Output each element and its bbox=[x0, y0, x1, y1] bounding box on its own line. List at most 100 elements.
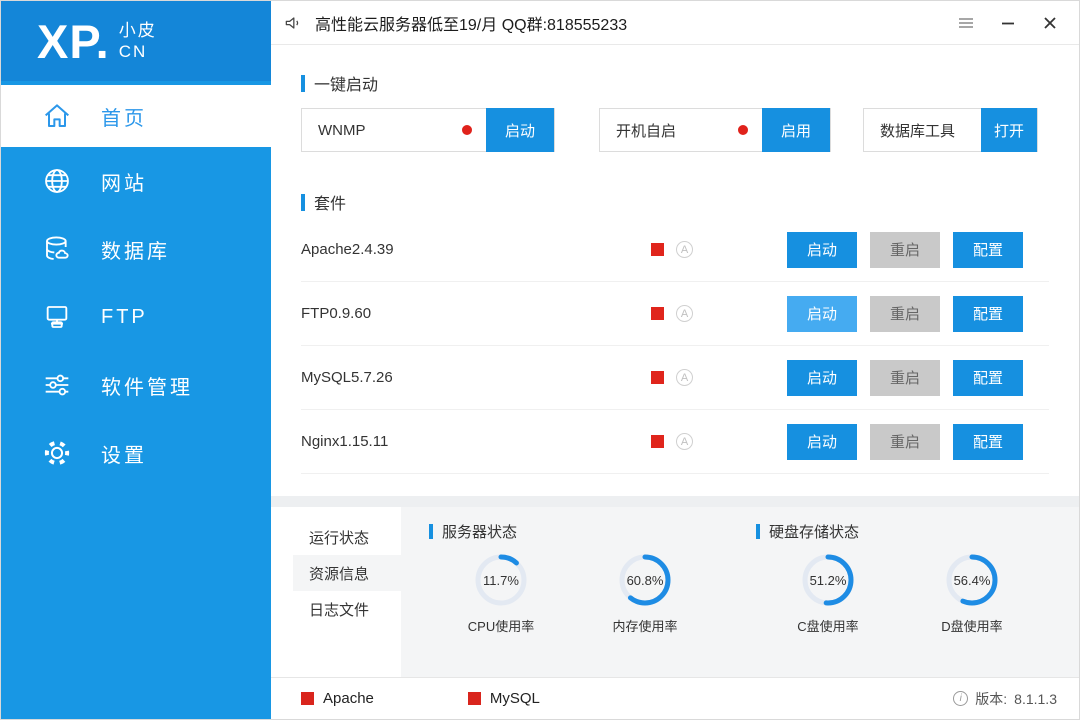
version-info: i 版本: 8.1.1.3 bbox=[953, 689, 1057, 709]
quick-box-autostart: 开机自启 启用 bbox=[599, 108, 831, 152]
sidebar-item-home[interactable]: 首页 bbox=[1, 85, 271, 147]
autostart-badge-icon: A bbox=[676, 241, 693, 258]
close-icon[interactable] bbox=[1041, 14, 1059, 32]
sidebar-item-software[interactable]: 软件管理 bbox=[1, 351, 271, 419]
config-button[interactable]: 配置 bbox=[953, 423, 1023, 460]
suite-name: Nginx1.15.11 bbox=[301, 433, 389, 450]
sidebar-item-label: 数据库 bbox=[101, 240, 170, 263]
autostart-badge-icon: A bbox=[676, 305, 693, 322]
footer-bar: Apache MySQL i 版本: 8.1.1.3 bbox=[271, 677, 1079, 719]
accent-bar bbox=[756, 524, 760, 539]
content: 一键启动 WNMP 启动 开机自启 启用 数据库工具 打开 套件 Apache2… bbox=[271, 45, 1079, 496]
config-button[interactable]: 配置 bbox=[953, 295, 1023, 332]
suite-name: MySQL5.7.26 bbox=[301, 369, 393, 386]
main-area: 高性能云服务器低至19/月 QQ群:818555233 一键启动 WNMP 启动… bbox=[271, 1, 1079, 719]
sidebar-item-ftp[interactable]: FTP bbox=[1, 283, 271, 351]
quick-box-wnmp: WNMP 启动 bbox=[301, 108, 555, 152]
quick-box-label: WNMP bbox=[318, 121, 366, 139]
status-square bbox=[467, 692, 481, 705]
server-gauges: 11.7% CPU使用率 60.8% 内存使用率 bbox=[429, 552, 717, 635]
quick-start-title: 一键启动 bbox=[314, 77, 379, 94]
tab-run-status[interactable]: 运行状态 bbox=[293, 519, 401, 555]
start-button[interactable]: 启动 bbox=[787, 359, 857, 396]
version-label: 版本: bbox=[975, 690, 1008, 707]
menu-icon[interactable] bbox=[957, 14, 975, 32]
sidebar-item-label: 软件管理 bbox=[101, 376, 193, 399]
start-button[interactable]: 启动 bbox=[486, 108, 554, 152]
gauge-cpu: 11.7% CPU使用率 bbox=[429, 552, 573, 635]
tab-resource-info[interactable]: 资源信息 bbox=[293, 555, 401, 591]
quick-start-header: 一键启动 bbox=[301, 71, 1049, 95]
speaker-icon bbox=[285, 16, 299, 29]
disk-status-title: 硬盘存储状态 bbox=[769, 524, 860, 541]
config-button[interactable]: 配置 bbox=[953, 231, 1023, 268]
sidebar-item-settings[interactable]: 设置 bbox=[1, 419, 271, 487]
legend-apache: Apache bbox=[301, 690, 374, 707]
suite-header: 套件 bbox=[301, 190, 1049, 214]
sidebar: XP. 小皮 CN 首页 网站 数据库 FTP 软件管理 设置 bbox=[1, 1, 271, 719]
gauge-disk-d: 56.4% D盘使用率 bbox=[900, 552, 1044, 635]
start-button[interactable]: 启动 bbox=[787, 423, 857, 460]
sidebar-item-website[interactable]: 网站 bbox=[1, 147, 271, 215]
accent-bar bbox=[301, 193, 305, 211]
sidebar-item-label: 设置 bbox=[101, 444, 147, 467]
tab-log-files[interactable]: 日志文件 bbox=[293, 591, 401, 627]
suite-title: 套件 bbox=[314, 196, 347, 213]
status-square bbox=[651, 371, 664, 384]
status-square bbox=[301, 692, 314, 705]
suite-row-nginx: Nginx1.15.11 A 启动 重启 配置 bbox=[301, 410, 1049, 474]
open-button[interactable]: 打开 bbox=[981, 108, 1037, 152]
gauge-label: C盘使用率 bbox=[797, 619, 859, 634]
logo-brand: XP. bbox=[37, 14, 110, 68]
logo-sub: 小皮 CN bbox=[118, 20, 157, 61]
quick-box-dbtool: 数据库工具 打开 bbox=[863, 108, 1038, 152]
quick-box-label: 数据库工具 bbox=[880, 122, 956, 140]
version-value: 8.1.1.3 bbox=[1014, 690, 1057, 707]
suite-buttons: 启动 重启 配置 bbox=[787, 359, 1023, 396]
server-status-title: 服务器状态 bbox=[442, 524, 518, 541]
gear-icon bbox=[41, 437, 73, 469]
globe-icon bbox=[41, 165, 73, 197]
database-icon bbox=[41, 233, 73, 265]
topbar: 高性能云服务器低至19/月 QQ群:818555233 bbox=[271, 1, 1079, 45]
server-status-header: 服务器状态 bbox=[429, 521, 717, 542]
suite-buttons: 启动 重启 配置 bbox=[787, 423, 1023, 460]
disk-status-group: 硬盘存储状态 51.2% C盘使用率 56.4% D盘使用率 bbox=[756, 521, 1044, 677]
start-button[interactable]: 启动 bbox=[787, 295, 857, 332]
minimize-icon[interactable] bbox=[999, 14, 1017, 32]
announcement-text: 高性能云服务器低至19/月 QQ群:818555233 bbox=[315, 16, 628, 34]
autostart-badge-icon: A bbox=[676, 369, 693, 386]
sidebar-item-database[interactable]: 数据库 bbox=[1, 215, 271, 283]
resource-info-content: 服务器状态 11.7% CPU使用率 60.8% 内存使用率 硬盘存储状态 51… bbox=[401, 507, 1079, 677]
logo: XP. 小皮 CN bbox=[1, 1, 271, 81]
disk-status-header: 硬盘存储状态 bbox=[756, 521, 1044, 542]
quick-box-label: 开机自启 bbox=[616, 122, 677, 140]
enable-button[interactable]: 启用 bbox=[762, 108, 830, 152]
gauge-memory: 60.8% 内存使用率 bbox=[573, 552, 717, 635]
gauge-label: CPU使用率 bbox=[467, 619, 535, 634]
gauge-label: D盘使用率 bbox=[941, 619, 1003, 634]
section-divider bbox=[271, 496, 1079, 507]
status-square bbox=[651, 307, 664, 320]
restart-button[interactable]: 重启 bbox=[870, 295, 940, 332]
restart-button[interactable]: 重启 bbox=[870, 423, 940, 460]
status-dot bbox=[738, 125, 748, 135]
gauge-value: 56.4% bbox=[953, 572, 991, 588]
restart-button[interactable]: 重启 bbox=[870, 359, 940, 396]
accent-bar bbox=[429, 524, 433, 539]
server-status-group: 服务器状态 11.7% CPU使用率 60.8% 内存使用率 bbox=[429, 521, 717, 677]
start-button[interactable]: 启动 bbox=[787, 231, 857, 268]
sidebar-item-label: 网站 bbox=[101, 172, 147, 195]
config-button[interactable]: 配置 bbox=[953, 359, 1023, 396]
accent-bar bbox=[301, 74, 305, 92]
restart-button[interactable]: 重启 bbox=[870, 231, 940, 268]
suite-buttons: 启动 重启 配置 bbox=[787, 231, 1023, 268]
gauge-value: 51.2% bbox=[809, 572, 847, 588]
sidebar-nav: 首页 网站 数据库 FTP 软件管理 设置 bbox=[1, 81, 271, 487]
suite-name: FTP0.9.60 bbox=[301, 305, 372, 322]
sliders-icon bbox=[41, 369, 73, 401]
suite-buttons: 启动 重启 配置 bbox=[787, 295, 1023, 332]
sidebar-item-label: 首页 bbox=[101, 107, 147, 130]
gauge-value: 11.7% bbox=[483, 572, 519, 588]
gauge-disk-c: 51.2% C盘使用率 bbox=[756, 552, 900, 635]
